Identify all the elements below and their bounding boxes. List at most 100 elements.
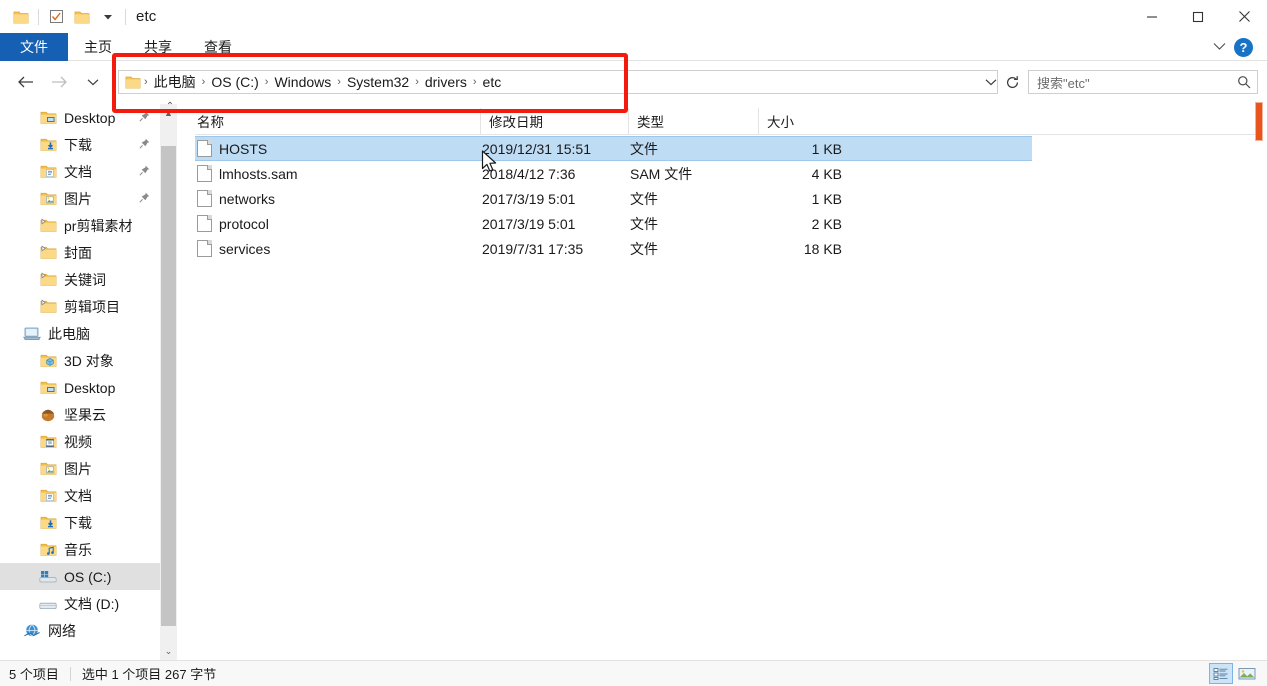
- folder-shortcut-icon: [38, 216, 58, 236]
- maximize-icon[interactable]: [1175, 0, 1221, 33]
- sidebar-item-label: 图片: [64, 460, 92, 477]
- breadcrumb-this-pc[interactable]: 此电脑: [149, 72, 201, 92]
- back-button[interactable]: [10, 67, 40, 97]
- breadcrumb-etc[interactable]: etc: [478, 74, 507, 90]
- file-explorer-window: etc 文件 主页 共享 查看 ? › 此电脑 › OS (C:) › Wind…: [0, 0, 1267, 686]
- sidebar-item-17[interactable]: OS (C:): [0, 563, 160, 590]
- close-icon[interactable]: [1221, 0, 1267, 33]
- pin-icon[interactable]: [139, 111, 160, 125]
- sidebar-item-3[interactable]: 图片: [0, 185, 160, 212]
- pin-icon[interactable]: [139, 192, 160, 206]
- search-box[interactable]: 搜索"etc": [1028, 70, 1258, 94]
- scrollbar-thumb[interactable]: [161, 146, 176, 626]
- status-item-count: 5 个项目: [9, 667, 59, 682]
- sidebar-item-12[interactable]: 视频: [0, 428, 160, 455]
- desktop-folder-icon: [38, 378, 58, 398]
- refresh-icon[interactable]: [1000, 70, 1024, 94]
- sidebar-item-19[interactable]: 网络: [0, 617, 160, 644]
- details-view-button[interactable]: [1209, 663, 1233, 684]
- new-folder-icon[interactable]: [69, 4, 95, 30]
- view-mode-buttons: [1209, 663, 1259, 684]
- tab-share[interactable]: 共享: [128, 33, 188, 61]
- sidebar-item-10[interactable]: Desktop: [0, 374, 160, 401]
- file-name-label: services: [219, 240, 271, 257]
- recent-locations-button[interactable]: [78, 67, 108, 97]
- column-header-name[interactable]: 名称: [195, 108, 480, 135]
- sidebar-item-16[interactable]: 音乐: [0, 536, 160, 563]
- folder-icon[interactable]: [8, 4, 34, 30]
- minimize-icon[interactable]: [1129, 0, 1175, 33]
- sidebar-item-15[interactable]: 下载: [0, 509, 160, 536]
- sidebar-item-18[interactable]: 文档 (D:): [0, 590, 160, 617]
- file-rows-container: HOSTS 2019/12/31 15:51 文件 1 KB lmhosts.sam 20…: [195, 136, 1255, 261]
- sidebar-item-6[interactable]: 关键词: [0, 266, 160, 293]
- file-name-cell[interactable]: networks: [195, 190, 482, 207]
- sidebar-item-0[interactable]: Desktop: [0, 104, 160, 131]
- breadcrumb-os-c[interactable]: OS (C:): [206, 74, 263, 90]
- table-row[interactable]: lmhosts.sam 2018/4/12 7:36 SAM 文件 4 KB: [195, 161, 1255, 186]
- file-date-cell: 2019/7/31 17:35: [482, 240, 584, 257]
- search-input[interactable]: 搜索"etc": [1037, 73, 1237, 92]
- column-header-size[interactable]: 大小: [758, 107, 838, 135]
- customize-dropdown-icon[interactable]: [95, 4, 121, 30]
- large-icons-view-button[interactable]: [1235, 663, 1259, 684]
- breadcrumb-system32[interactable]: System32: [342, 74, 414, 90]
- sidebar-item-label: Desktop: [64, 109, 116, 126]
- properties-icon[interactable]: [43, 4, 69, 30]
- file-name-cell[interactable]: protocol: [195, 215, 482, 232]
- search-icon[interactable]: [1237, 75, 1251, 89]
- file-name-cell[interactable]: HOSTS: [195, 140, 482, 157]
- navigation-pane[interactable]: Desktop 下载 文档 图片 pr剪辑素材 封面 关键词 剪辑项目 此电脑 3D 对象 Desk…: [0, 104, 160, 660]
- table-row[interactable]: protocol 2017/3/19 5:01 文件 2 KB: [195, 211, 1255, 236]
- sidebar-item-5[interactable]: 封面: [0, 239, 160, 266]
- forward-button[interactable]: [44, 67, 74, 97]
- quick-access-toolbar: etc: [0, 4, 156, 30]
- sidebar-item-1[interactable]: 下载: [0, 131, 160, 158]
- navigation-pane-scrollbar[interactable]: ▲ ⌄: [160, 104, 177, 660]
- breadcrumb-windows[interactable]: Windows: [269, 74, 336, 90]
- downloads-folder-icon: [38, 513, 58, 533]
- folder-shortcut-icon: [38, 270, 58, 290]
- help-icon[interactable]: ?: [1234, 37, 1253, 57]
- sidebar-item-2[interactable]: 文档: [0, 158, 160, 185]
- sidebar-item-11[interactable]: 坚果云: [0, 401, 160, 428]
- file-date-cell: 2017/3/19 5:01: [482, 190, 576, 207]
- ribbon-right-controls: ?: [1193, 33, 1263, 61]
- documents-folder-icon: [38, 162, 58, 182]
- column-header-date[interactable]: 修改日期: [480, 107, 628, 135]
- sidebar-item-13[interactable]: 图片: [0, 455, 160, 482]
- file-size-cell: 4 KB: [811, 165, 842, 182]
- sidebar-item-8[interactable]: 此电脑: [0, 320, 160, 347]
- tab-file[interactable]: 文件: [0, 33, 68, 61]
- file-list-pane[interactable]: 名称 修改日期 类型 大小 HOSTS 2019/12/31 15:51 文件 1 K…: [177, 104, 1267, 660]
- music-folder-icon: [38, 540, 58, 560]
- sidebar-item-9[interactable]: 3D 对象: [0, 347, 160, 374]
- tab-home[interactable]: 主页: [68, 33, 128, 61]
- chevron-down-icon[interactable]: [1213, 38, 1226, 56]
- pin-icon[interactable]: [139, 138, 160, 152]
- file-name-cell[interactable]: lmhosts.sam: [195, 165, 482, 182]
- ribbon-tab-bar: 文件 主页 共享 查看: [0, 33, 1267, 61]
- title-bar: etc: [0, 0, 1267, 33]
- sidebar-item-4[interactable]: pr剪辑素材: [0, 212, 160, 239]
- breadcrumb-drivers[interactable]: drivers: [420, 74, 472, 90]
- table-row[interactable]: networks 2017/3/19 5:01 文件 1 KB: [195, 186, 1255, 211]
- file-name-label: networks: [219, 190, 276, 207]
- sidebar-item-label: 文档: [64, 487, 92, 504]
- scroll-down-icon[interactable]: ⌄: [160, 643, 177, 660]
- tab-view[interactable]: 查看: [188, 33, 248, 61]
- column-header-type[interactable]: 类型: [628, 107, 758, 135]
- address-dropdown-icon[interactable]: [980, 70, 1002, 94]
- sidebar-item-14[interactable]: 文档: [0, 482, 160, 509]
- videos-folder-icon: [38, 432, 58, 452]
- sidebar-item-label: pr剪辑素材: [64, 217, 133, 234]
- sidebar-item-7[interactable]: 剪辑项目: [0, 293, 160, 320]
- table-row[interactable]: services 2019/7/31 17:35 文件 18 KB: [195, 236, 1255, 261]
- address-folder-icon: [125, 75, 141, 89]
- address-bar[interactable]: › 此电脑 › OS (C:) › Windows › System32 › d…: [118, 70, 998, 94]
- file-name-cell[interactable]: services: [195, 240, 482, 257]
- file-date-cell: 2019/12/31 15:51: [482, 140, 591, 157]
- table-row[interactable]: HOSTS 2019/12/31 15:51 文件 1 KB: [195, 136, 1032, 161]
- pin-icon[interactable]: [139, 165, 160, 179]
- sidebar-item-label: 下载: [64, 136, 92, 153]
